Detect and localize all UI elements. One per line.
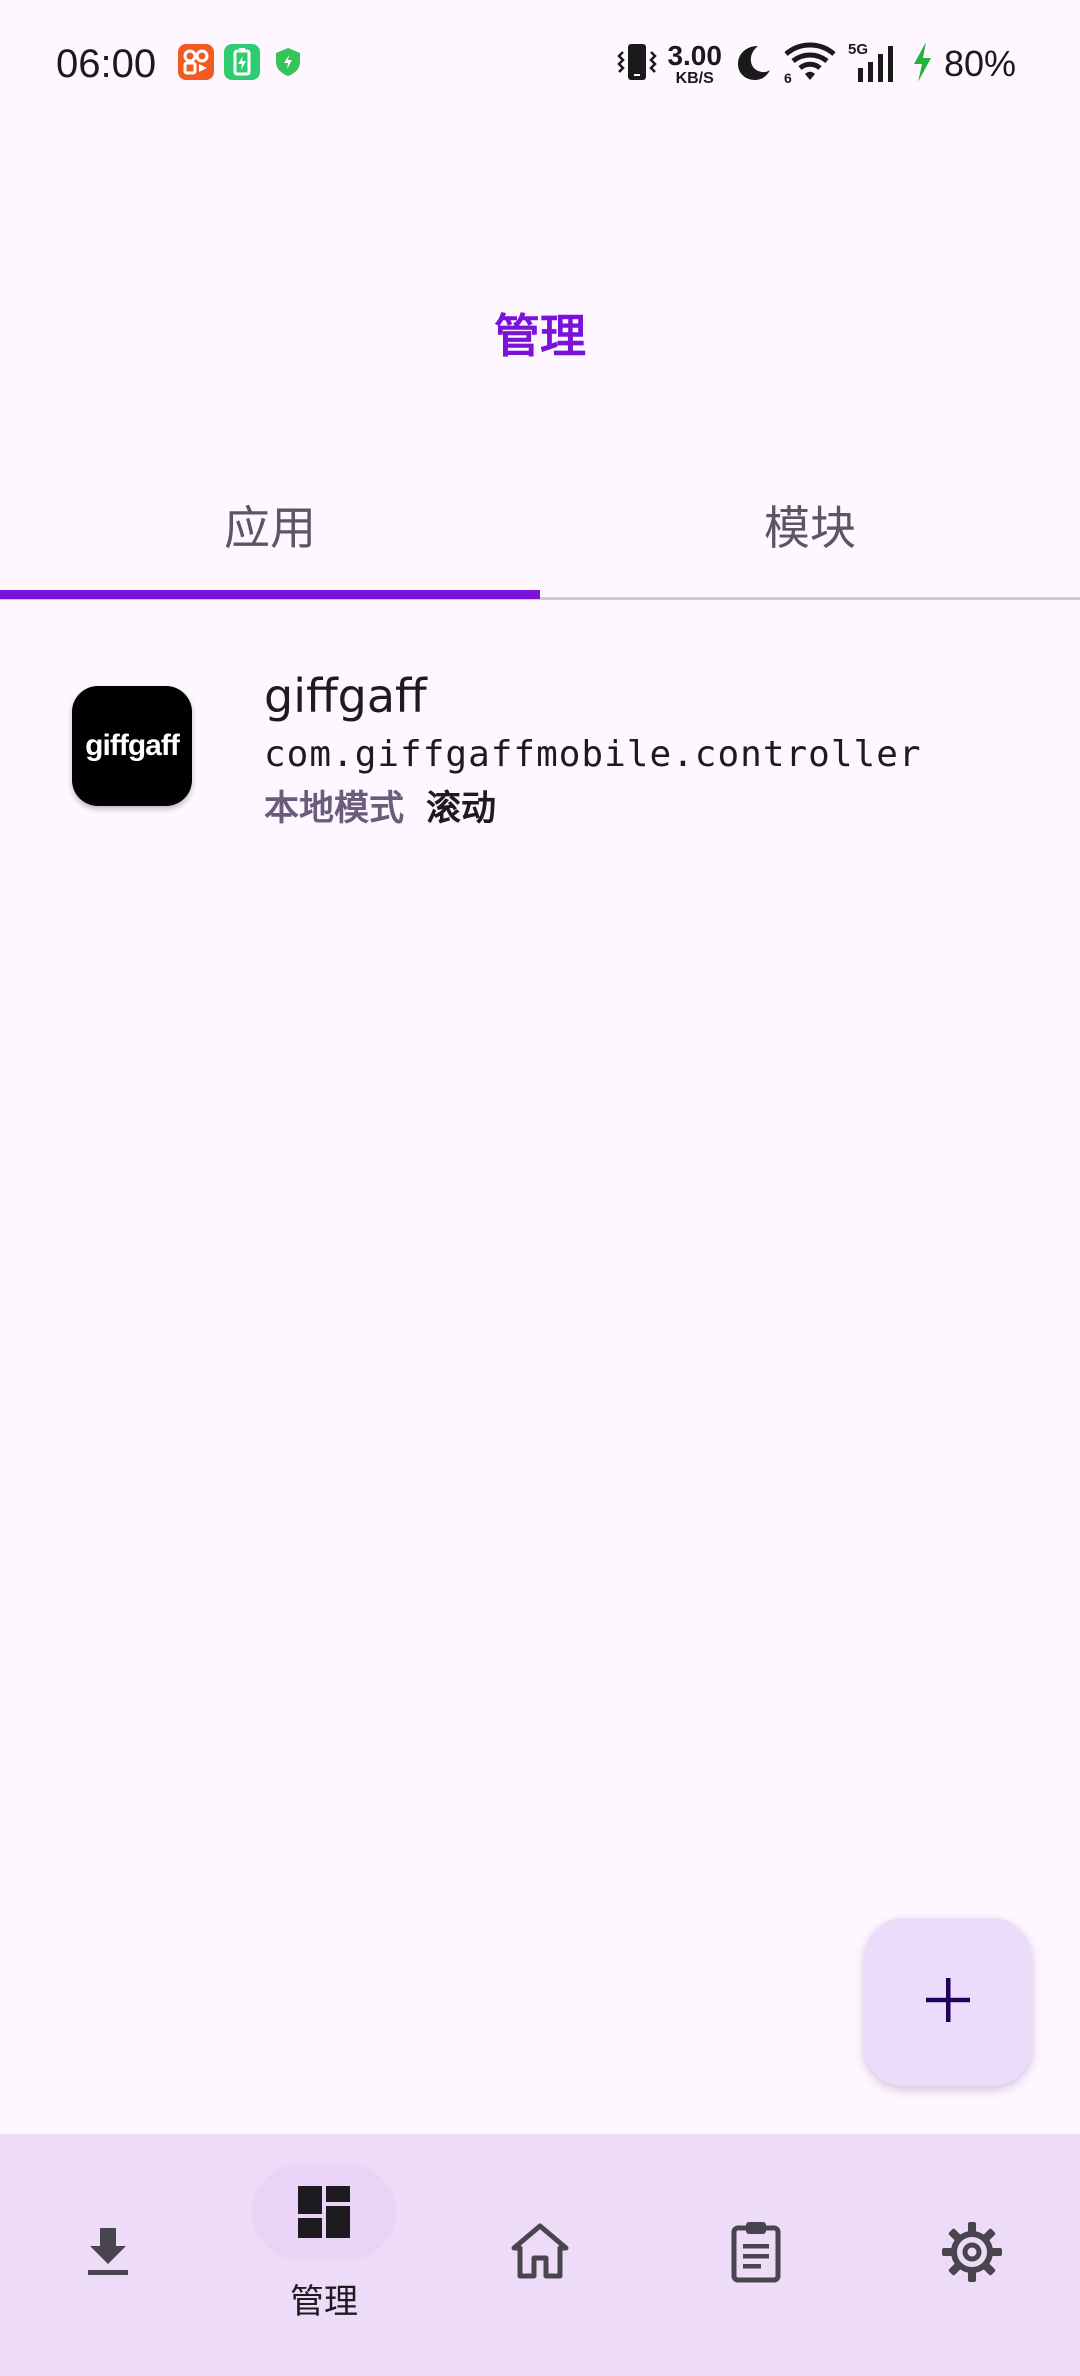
vibrate-icon	[617, 40, 658, 88]
svg-text:6: 6	[784, 70, 792, 84]
bottom-nav: 管理	[0, 2134, 1080, 2376]
net-speed-value: 3.00	[667, 39, 722, 71]
app-package: com.giffgaffmobile.controller	[264, 734, 922, 775]
list-item[interactable]: giffgaff giffgaff com.giffgaffmobile.con…	[0, 650, 1080, 840]
battery-saver-notification-icon	[224, 44, 260, 80]
wifi-icon: 6	[782, 40, 838, 88]
notification-icons	[178, 44, 306, 80]
tab-indicator	[0, 590, 540, 599]
app-notification-icon	[178, 44, 214, 80]
app-mode-tag: 本地模式	[264, 789, 405, 829]
charging-icon	[910, 40, 934, 88]
download-icon	[74, 2218, 142, 2286]
nav-item-manage[interactable]: 管理	[216, 2134, 432, 2376]
gear-icon	[938, 2218, 1006, 2286]
screen: 06:00 3.00 KB/S 6 5G 80% 管理 应用 模块 giffga…	[0, 0, 1080, 2376]
svg-text:5G: 5G	[848, 41, 868, 58]
tab-apps[interactable]: 应用	[0, 460, 540, 590]
app-tags: 本地模式 滚动	[264, 784, 496, 834]
page-title: 管理	[494, 309, 586, 363]
nav-item-download[interactable]	[0, 2134, 216, 2376]
dashboard-icon	[290, 2178, 358, 2246]
battery-percent: 80%	[943, 43, 1016, 84]
status-time: 06:00	[56, 42, 157, 86]
app-icon: giffgaff	[72, 686, 192, 806]
shield-notification-icon	[270, 44, 306, 80]
home-icon	[506, 2218, 574, 2286]
nav-item-logs[interactable]	[648, 2134, 864, 2376]
app-name: giffgaff	[264, 669, 427, 723]
plus-icon	[924, 1976, 972, 2028]
signal-5g-icon: 5G	[848, 40, 900, 88]
app-scope-tag: 滚动	[426, 789, 497, 829]
nav-label-manage: 管理	[290, 2282, 358, 2322]
nav-item-settings[interactable]	[864, 2134, 1080, 2376]
nav-item-home[interactable]	[432, 2134, 648, 2376]
clipboard-icon	[722, 2218, 790, 2286]
status-bar: 06:00 3.00 KB/S 6 5G 80%	[0, 0, 1080, 128]
net-speed: 3.00 KB/S	[667, 39, 722, 87]
net-speed-unit: KB/S	[675, 69, 714, 87]
status-right: 3.00 KB/S 6 5G 80%	[617, 36, 1016, 92]
tab-bar: 应用 模块	[0, 460, 1080, 600]
add-button[interactable]	[864, 1918, 1032, 2086]
moon-icon	[732, 42, 772, 86]
tab-modules[interactable]: 模块	[540, 460, 1080, 590]
